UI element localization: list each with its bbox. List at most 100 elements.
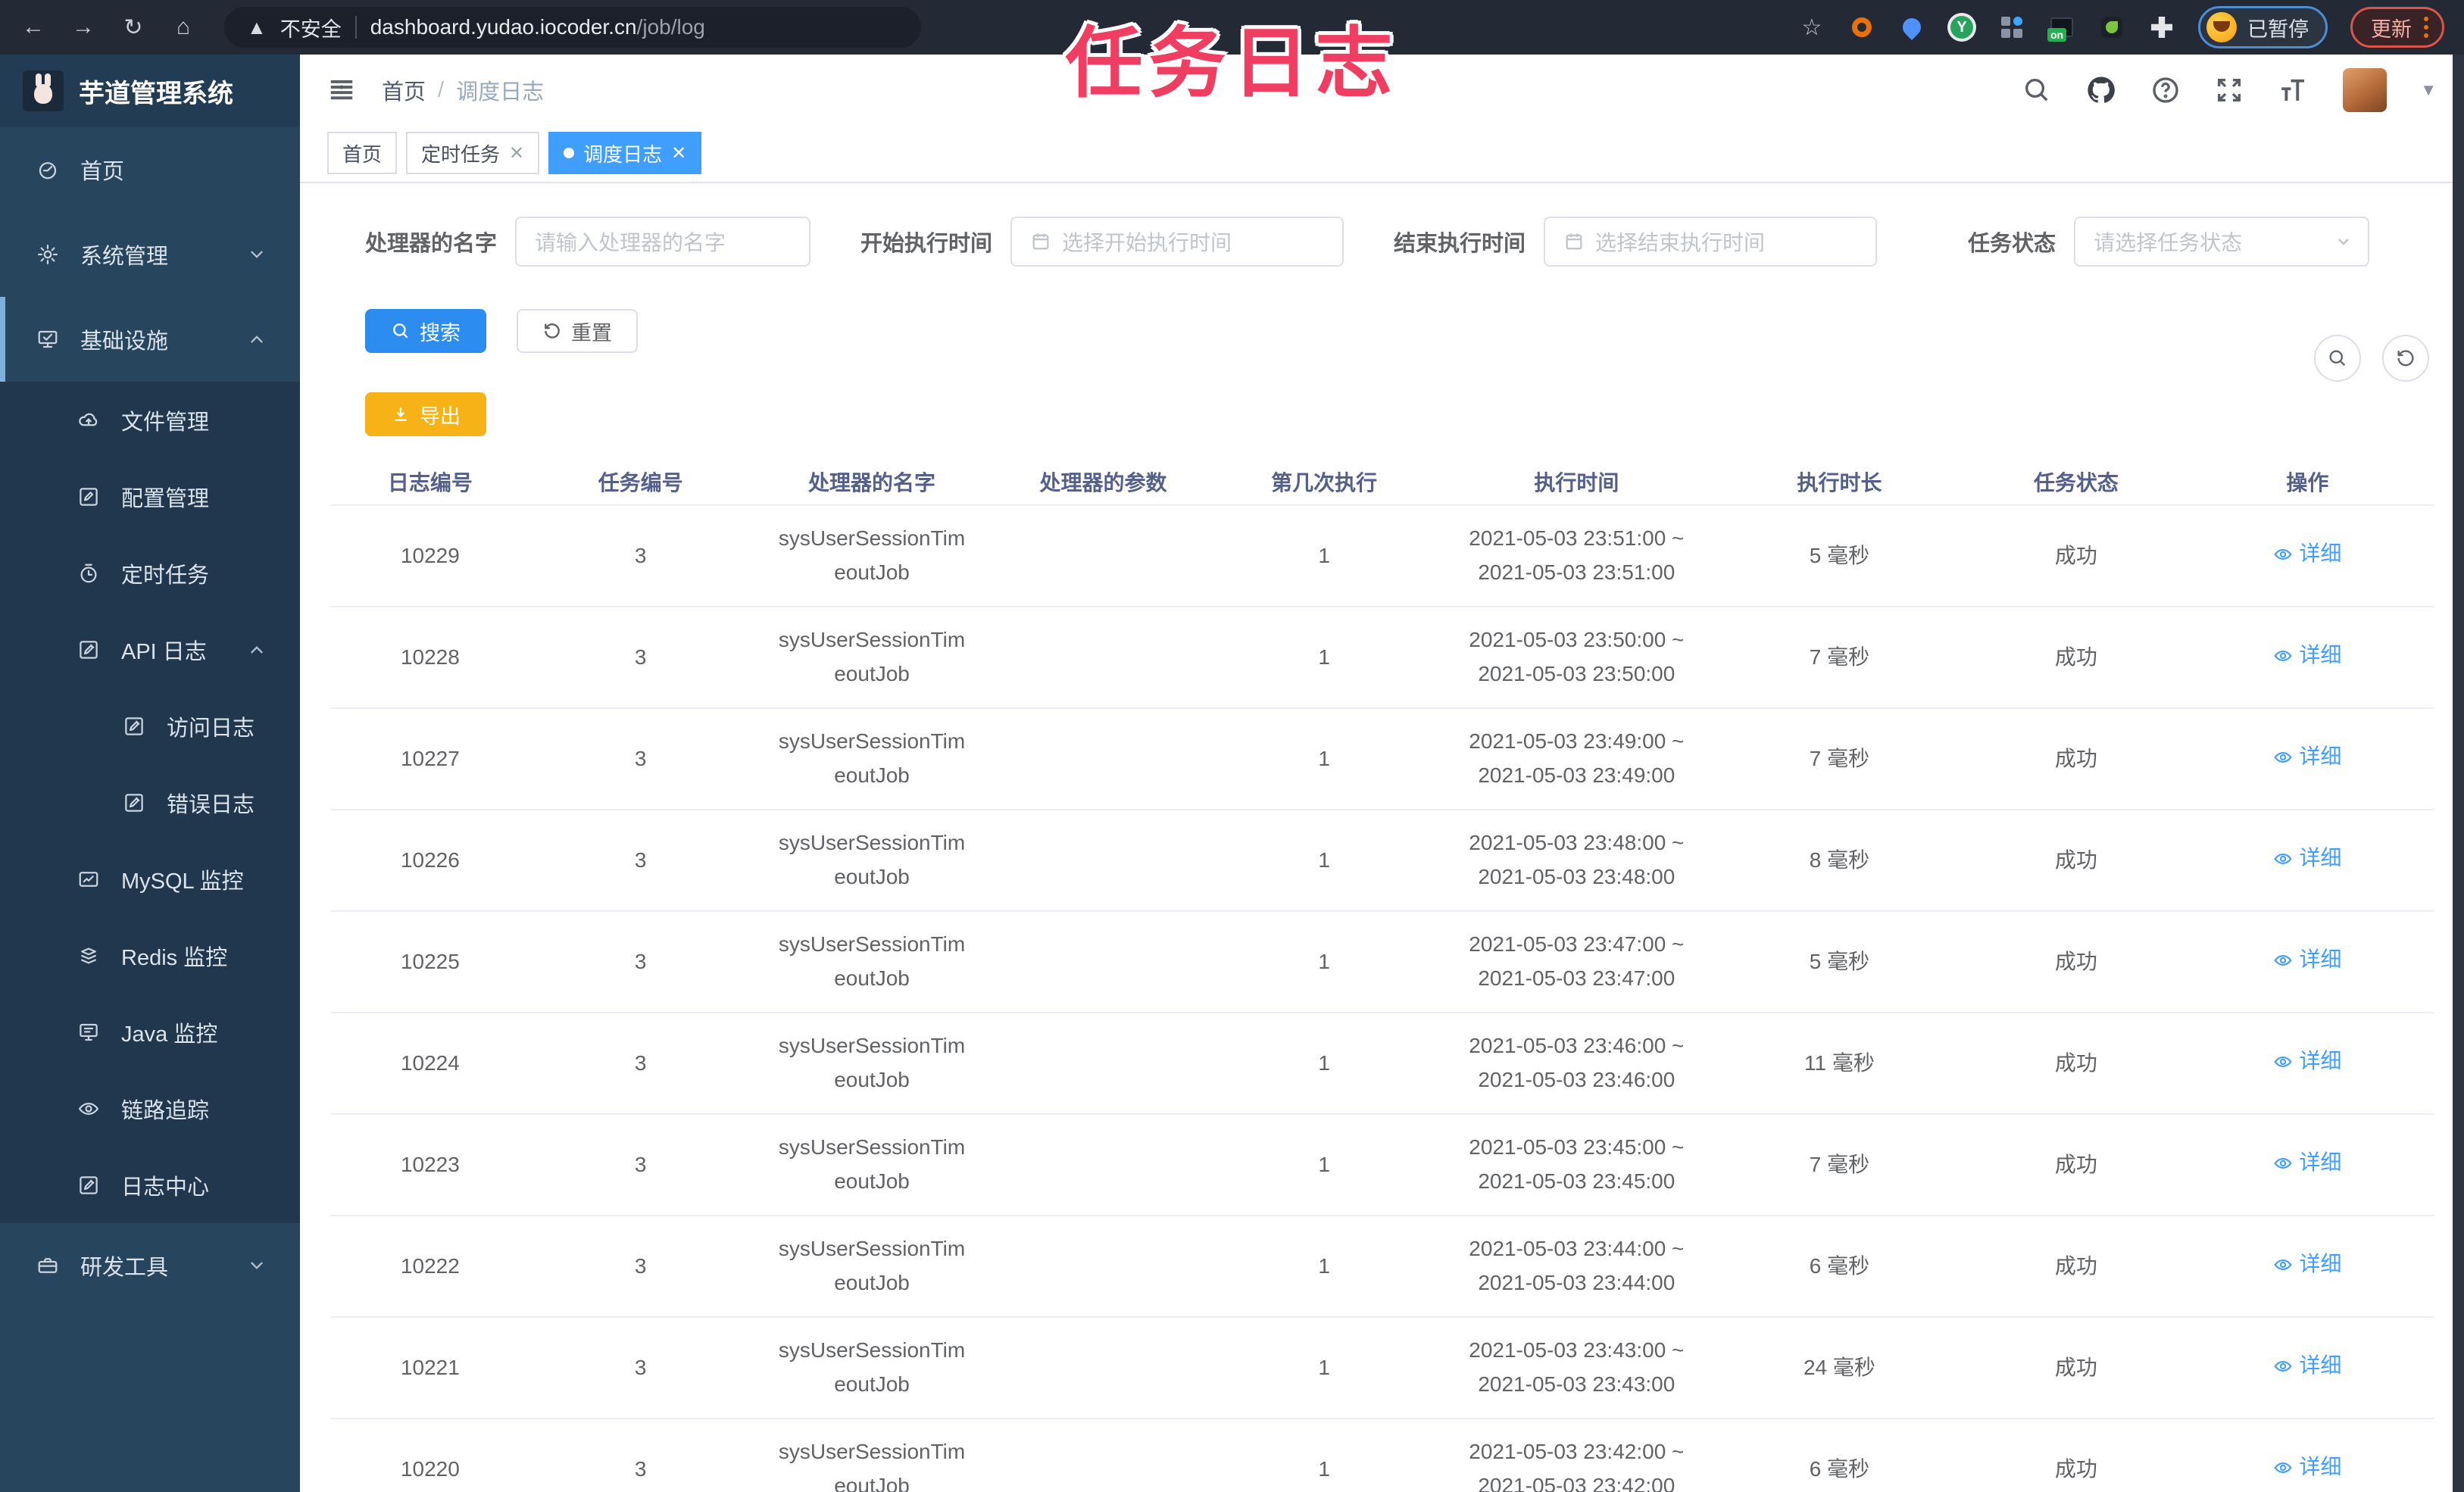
forward-icon[interactable]: → <box>70 14 97 41</box>
detail-link[interactable]: 详细 <box>2273 740 2341 774</box>
table-body: 10229 3 sysUserSessionTim eoutJob 1 2021-05-0… <box>330 506 2434 1492</box>
fullscreen-icon[interactable] <box>2214 75 2244 105</box>
sidebar-item-label: 定时任务 <box>121 563 210 588</box>
extension-leaf-icon[interactable] <box>2098 14 2125 41</box>
sidebar-toggle-icon[interactable] <box>327 76 356 105</box>
sidebar-menu: 首页 系统管理 基础设施 文件管理 配置管理定时任务 API 日志 访问日志错误日志 MySQ… <box>0 127 300 1308</box>
toolbox-icon <box>35 1254 61 1277</box>
cell-duration: 5 毫秒 <box>1809 543 1870 567</box>
tab-首页[interactable]: 首页 <box>327 132 398 174</box>
search-button[interactable]: 搜索 <box>365 309 486 353</box>
page-annotation-title: 任务日志 <box>1065 20 1399 107</box>
extension-puzzle-icon[interactable] <box>2148 14 2175 41</box>
close-icon[interactable]: ✕ <box>671 142 686 164</box>
reset-button[interactable]: 重置 <box>517 309 638 353</box>
job-log-table: 日志编号 任务编号 处理器的名字 处理器的参数 第几次执行 执行时间 执行时长 任务状态 操作 … <box>330 459 2434 1492</box>
sidebar-item-访问日志[interactable]: 访问日志 <box>0 688 300 764</box>
tab-定时任务[interactable]: 定时任务 ✕ <box>406 132 540 174</box>
sidebar-item-api-日志[interactable]: API 日志 <box>0 611 300 688</box>
cell-execute-time: 2021-05-03 23:46:00 ~2021-05-03 23:46:00 <box>1469 1034 1685 1091</box>
sidebar-item-错误日志[interactable]: 错误日志 <box>0 764 300 841</box>
table-row: 10223 3 sysUserSessionTim eoutJob 1 2021-05-0… <box>330 1115 2434 1216</box>
reload-icon[interactable]: ↻ <box>120 14 147 41</box>
app-logo-row[interactable]: 芋道管理系统 <box>0 55 300 127</box>
sidebar-item-日志中心[interactable]: 日志中心 <box>0 1147 300 1223</box>
extension-on-switch-icon[interactable]: on <box>2047 14 2075 42</box>
cell-log-id: 10229 <box>400 543 460 567</box>
close-icon[interactable]: ✕ <box>509 142 524 164</box>
cell-duration: 6 毫秒 <box>1809 1456 1870 1481</box>
browser-update-button[interactable]: 更新 <box>2350 7 2444 48</box>
detail-link[interactable]: 详细 <box>2273 1349 2341 1383</box>
back-icon[interactable]: ← <box>20 14 47 41</box>
sidebar-item-label: 日志中心 <box>121 1175 210 1200</box>
address-bar[interactable]: ▲ 不安全 dashboard.yudao.iocoder.cn/job/log <box>224 7 921 48</box>
header-search-icon[interactable] <box>2022 75 2052 105</box>
detail-link[interactable]: 详细 <box>2273 1247 2341 1281</box>
sidebar-item-系统管理[interactable]: 系统管理 <box>0 212 300 297</box>
home-icon[interactable]: ⌂ <box>170 14 197 41</box>
cell-handler-name: sysUserSessionTim eoutJob <box>778 628 966 685</box>
detail-link[interactable]: 详细 <box>2273 1044 2341 1078</box>
detail-link[interactable]: 详细 <box>2273 943 2341 977</box>
cell-task-id: 3 <box>634 1152 647 1176</box>
sidebar-item-链路追踪[interactable]: 链路追踪 <box>0 1070 300 1147</box>
sidebar-item-定时任务[interactable]: 定时任务 <box>0 535 300 611</box>
gear-icon <box>35 243 61 266</box>
cell-execute-index: 1 <box>1318 1456 1330 1481</box>
end-time-picker[interactable]: 选择结束执行时间 <box>1544 217 1878 267</box>
bookmark-star-icon[interactable]: ☆ <box>1798 14 1825 41</box>
sidebar: 芋道管理系统 首页 系统管理 基础设施 文件管理 配置管理定时任务 API 日志 访问日志错… <box>0 55 300 1492</box>
sidebar-item-首页[interactable]: 首页 <box>0 127 300 212</box>
sidebar-item-redis-监控[interactable]: Redis 监控 <box>0 917 300 994</box>
help-icon[interactable] <box>2150 75 2181 105</box>
vertical-scrollbar[interactable] <box>2453 55 2464 1492</box>
sidebar-item-文件管理[interactable]: 文件管理 <box>0 382 300 458</box>
sidebar-item-基础设施[interactable]: 基础设施 <box>0 297 300 382</box>
github-icon[interactable] <box>2085 74 2117 106</box>
detail-link[interactable]: 详细 <box>2273 1450 2341 1484</box>
detail-link[interactable]: 详细 <box>2273 638 2341 673</box>
tab-label: 调度日志 <box>583 142 663 166</box>
extension-green-y-icon[interactable]: Y <box>1948 14 1975 41</box>
table-header-row: 日志编号 任务编号 处理器的名字 处理器的参数 第几次执行 执行时间 执行时长 任务状态 操作 <box>330 459 2434 506</box>
font-size-icon[interactable] <box>2278 74 2309 106</box>
refresh-table-button[interactable] <box>2382 335 2429 382</box>
sidebar-item-研发工具[interactable]: 研发工具 <box>0 1223 300 1308</box>
extension-grid-icon[interactable] <box>1998 14 2025 41</box>
cell-execute-index: 1 <box>1318 1355 1330 1379</box>
table-row: 10222 3 sysUserSessionTim eoutJob 1 2021-05-0… <box>330 1216 2434 1318</box>
start-time-picker[interactable]: 选择开始执行时间 <box>1010 217 1344 267</box>
cell-log-id: 10228 <box>400 645 460 669</box>
cell-handler-name: sysUserSessionTim eoutJob <box>778 831 966 888</box>
detail-link[interactable]: 详细 <box>2273 1146 2341 1180</box>
task-status-select[interactable]: 请选择任务状态 <box>2074 217 2370 267</box>
cell-execute-time: 2021-05-03 23:44:00 ~2021-05-03 23:44:00 <box>1469 1237 1685 1294</box>
cell-duration: 24 毫秒 <box>1803 1355 1875 1379</box>
handler-name-input[interactable]: 请输入处理器的名字 <box>515 217 811 267</box>
sidebar-item-配置管理[interactable]: 配置管理 <box>0 458 300 535</box>
page-content: 处理器的名字 请输入处理器的名字 开始执行时间 选择开始执行时间 结束执行时间 <box>300 183 2464 1492</box>
table-row: 10228 3 sysUserSessionTim eoutJob 1 2021-05-0… <box>330 607 2434 709</box>
sidebar-item-java-监控[interactable]: Java 监控 <box>0 994 300 1070</box>
sidebar-item-label: 错误日志 <box>167 792 255 817</box>
avatar-caret-down-icon[interactable]: ▼ <box>2420 80 2437 100</box>
extension-blue-pin-icon[interactable] <box>1898 14 1925 41</box>
extension-orange-ring-icon[interactable] <box>1848 14 1875 41</box>
detail-link[interactable]: 详细 <box>2273 537 2341 571</box>
tab-调度日志[interactable]: 调度日志 ✕ <box>548 132 702 174</box>
table-row: 10220 3 sysUserSessionTim eoutJob 1 2021-05-0… <box>330 1419 2434 1492</box>
toggle-search-button[interactable] <box>2314 335 2361 382</box>
cell-task-id: 3 <box>634 847 647 872</box>
browser-menu-icon[interactable] <box>2424 17 2428 38</box>
breadcrumb-home[interactable]: 首页 <box>382 74 426 106</box>
detail-link[interactable]: 详细 <box>2273 841 2341 876</box>
user-avatar[interactable] <box>2343 68 2387 112</box>
browser-profile-chip[interactable]: 已暂停 <box>2198 6 2328 48</box>
export-button[interactable]: 导出 <box>365 392 486 436</box>
sidebar-item-mysql-监控[interactable]: MySQL 监控 <box>0 841 300 917</box>
java-icon <box>76 1021 101 1044</box>
cell-execute-time: 2021-05-03 23:49:00 ~2021-05-03 23:49:00 <box>1469 729 1685 787</box>
cell-status: 成功 <box>2054 1050 2097 1075</box>
table-row: 10229 3 sysUserSessionTim eoutJob 1 2021-05-0… <box>330 506 2434 607</box>
